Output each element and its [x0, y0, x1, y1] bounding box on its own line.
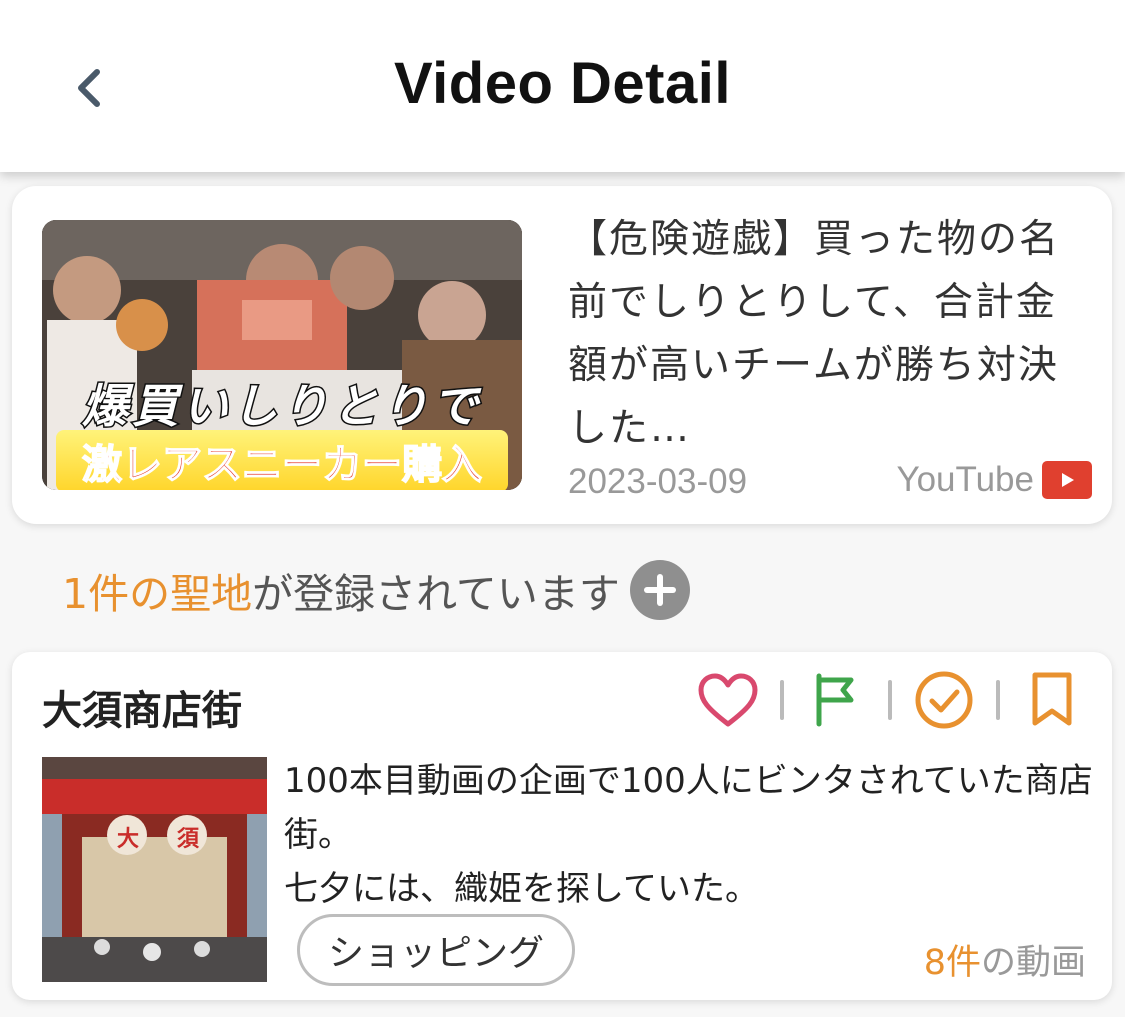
video-count-number: 8件	[923, 943, 981, 983]
spot-image-sign: 須	[177, 827, 200, 852]
thumbnail-caption-bottom: 激レアスニーカー購入	[56, 430, 508, 490]
bookmark-icon	[1032, 672, 1072, 726]
video-card[interactable]: 爆買いしりとりで 激レアスニーカー購入 【危険遊戯】買った物の名前でしりとりして…	[12, 186, 1112, 524]
spot-description-line: 七夕には、織姫を探していた。	[284, 869, 759, 909]
add-spot-button[interactable]	[629, 560, 690, 620]
divider	[888, 680, 892, 720]
spot-card[interactable]: 大須商店街 大 須 100本目動画の企画で100人にビンタされていた商店街。 七…	[12, 652, 1112, 1000]
spot-video-count[interactable]: 8件の動画	[924, 934, 1086, 985]
flag-icon	[816, 673, 854, 727]
divider	[996, 680, 1000, 720]
bookmark-button[interactable]	[1020, 668, 1084, 732]
source-label: YouTube	[896, 460, 1034, 499]
video-count-suffix: の動画	[980, 943, 1086, 983]
spot-image-sign: 大	[117, 827, 140, 852]
spot-name: 大須商店街	[42, 688, 242, 734]
video-title: 【危険遊戯】買った物の名前でしりとりして、合計金額が高いチームが勝ち対決した…	[568, 217, 1061, 451]
video-source[interactable]: YouTube	[896, 460, 1092, 500]
page-title: Video Detail	[394, 51, 731, 116]
spot-description-line: 100本目動画の企画で100人にビンタされていた商店街。	[284, 761, 1093, 855]
youtube-icon	[1042, 461, 1092, 499]
registered-spots-line: 1件の聖地 が登録されています	[62, 560, 690, 620]
divider	[780, 680, 784, 720]
visited-flag-button[interactable]	[804, 668, 868, 732]
registered-count: 1件の聖地	[62, 570, 253, 618]
heart-icon	[698, 673, 758, 727]
plus-icon	[643, 574, 676, 606]
spot-image[interactable]: 大 須	[42, 757, 267, 982]
category-tag[interactable]: ショッピング	[297, 914, 576, 986]
app-header: Video Detail	[0, 0, 1125, 172]
favorite-button[interactable]	[696, 668, 760, 732]
video-thumbnail[interactable]: 爆買いしりとりで 激レアスニーカー購入	[42, 220, 522, 490]
spot-actions	[696, 668, 1084, 732]
video-date: 2023-03-09	[568, 462, 748, 501]
spot-description: 100本目動画の企画で100人にビンタされていた商店街。 七夕には、織姫を探して…	[284, 754, 1094, 916]
thumbnail-caption-top: 爆買いしりとりで	[81, 378, 482, 435]
check-circle-icon	[915, 671, 973, 729]
check-button[interactable]	[912, 668, 976, 732]
registered-suffix: が登録されています	[252, 570, 620, 618]
